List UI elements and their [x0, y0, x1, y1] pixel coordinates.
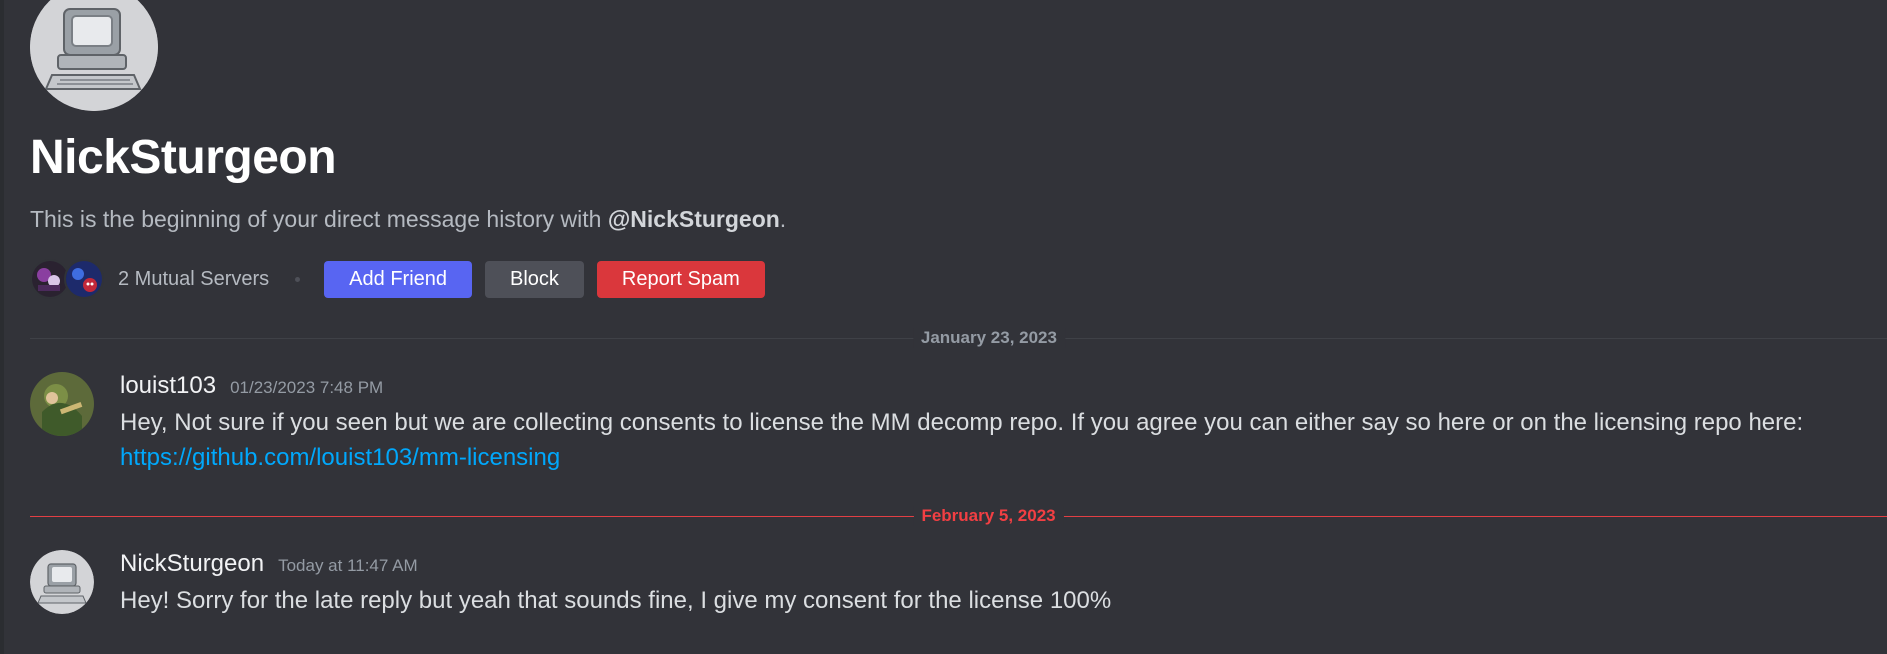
- message-link[interactable]: https://github.com/louist103/mm-licensin…: [120, 440, 1847, 475]
- report-spam-button[interactable]: Report Spam: [596, 260, 765, 298]
- date-divider-label: January 23, 2023: [912, 328, 1065, 348]
- user-avatar[interactable]: [30, 550, 94, 614]
- message-timestamp[interactable]: 01/23/2023 7:48 PM: [230, 378, 383, 398]
- left-border: [0, 0, 4, 654]
- server-1-icon: [32, 261, 68, 297]
- message-text: Hey! Sorry for the late reply but yeah t…: [120, 587, 1112, 614]
- user-avatar[interactable]: [30, 372, 94, 436]
- message-username[interactable]: NickSturgeon: [120, 550, 264, 578]
- profile-name: NickSturgeon: [30, 131, 337, 184]
- message-body: NickSturgeon Today at 11:47 AM Hey! Sorr…: [120, 550, 1847, 618]
- intro-prefix: This is the beginning of your direct mes…: [30, 206, 608, 232]
- new-messages-divider: February 5, 2023: [30, 506, 1887, 526]
- message-text: Hey, Not sure if you seen but we are col…: [120, 409, 1804, 436]
- profile-avatar[interactable]: [30, 0, 158, 111]
- separator-dot: [295, 276, 301, 282]
- mutual-server-icon[interactable]: [64, 259, 104, 299]
- date-divider: January 23, 2023: [30, 328, 1887, 348]
- add-friend-button[interactable]: Add Friend: [324, 260, 473, 298]
- link-character-avatar-icon: [30, 372, 94, 436]
- dm-intro-text: This is the beginning of your direct mes…: [30, 204, 786, 234]
- profile-actions: 2 Mutual Servers Add Friend Block Report…: [30, 259, 778, 299]
- retro-computer-avatar-icon: [30, 550, 94, 614]
- mutual-servers-link[interactable]: 2 Mutual Servers: [118, 268, 269, 291]
- intro-suffix: .: [779, 206, 787, 232]
- message-header: louist103 01/23/2023 7:48 PM: [120, 372, 1847, 402]
- intro-handle[interactable]: @NickSturgeon: [608, 206, 780, 232]
- retro-computer-avatar-icon: [30, 0, 158, 111]
- block-button[interactable]: Block: [485, 260, 584, 298]
- message-username[interactable]: louist103: [120, 372, 216, 400]
- message-header: NickSturgeon Today at 11:47 AM: [120, 550, 1847, 580]
- date-divider-label: February 5, 2023: [913, 506, 1064, 526]
- message-timestamp[interactable]: Today at 11:47 AM: [278, 556, 418, 576]
- message-body: louist103 01/23/2023 7:48 PM Hey, Not su…: [120, 372, 1847, 475]
- server-2-icon: [66, 261, 102, 297]
